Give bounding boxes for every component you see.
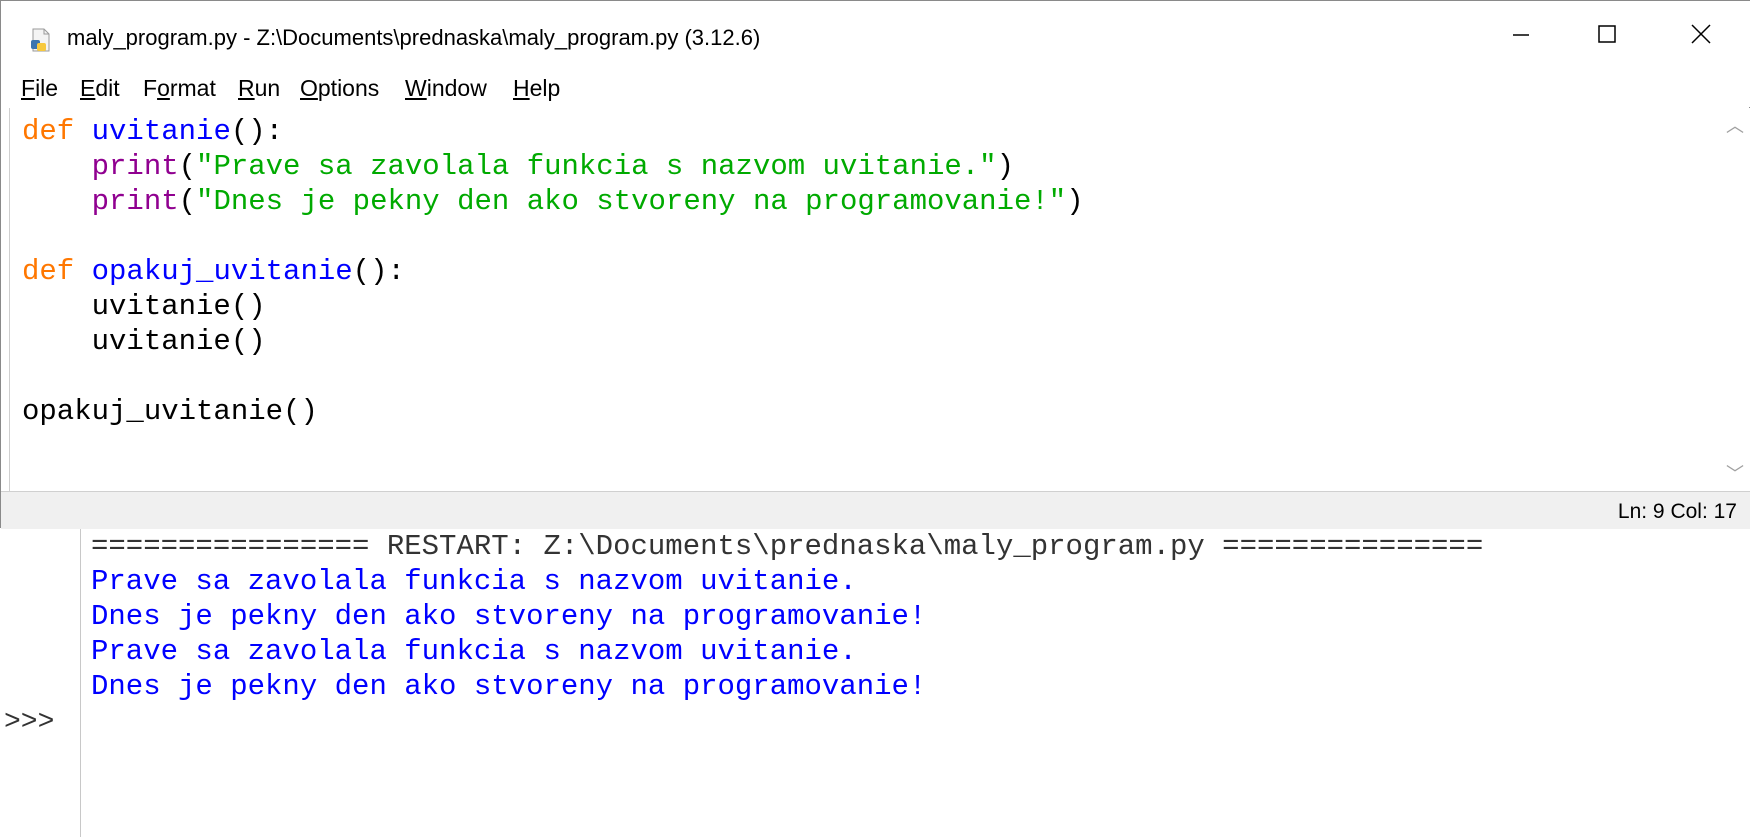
close-icon [1691,24,1711,44]
code-line-6: uvitanie() [22,290,266,323]
menu-file[interactable]: File [21,75,58,102]
maximize-button[interactable] [1564,1,1650,67]
menu-edit[interactable]: Edit [80,75,120,102]
menu-bar: File Edit Format Run Options Window Help [1,67,1750,107]
shell-output-area[interactable]: ================ RESTART: Z:\Documents\p… [91,528,1750,837]
menu-options[interactable]: Options [300,75,379,102]
menu-window[interactable]: Window [405,75,487,102]
maximize-icon [1598,25,1616,43]
vertical-scrollbar[interactable]: ︿ ﹀ [1719,108,1750,491]
menu-run[interactable]: Run [238,75,280,102]
menu-help[interactable]: Help [513,75,560,102]
minimize-icon [1513,34,1529,36]
python-file-icon [29,28,53,52]
menu-format[interactable]: Format [143,75,216,102]
shell-output-line: Prave sa zavolala funkcia s nazvom uvita… [91,635,857,668]
cursor-position: Ln: 9 Col: 17 [1617,500,1737,523]
close-button[interactable] [1658,1,1744,67]
code-line-3: print("Dnes je pekny den ako stvoreny na… [91,185,1084,218]
shell-output-line: Dnes je pekny den ako stvoreny na progra… [91,670,927,703]
shell-output-line: Prave sa zavolala funkcia s nazvom uvita… [91,565,857,598]
window-title: maly_program.py - Z:\Documents\prednaska… [67,25,761,50]
code-line-2: print("Prave sa zavolala funkcia s nazvo… [91,150,1014,183]
shell-prompt: >>> [4,707,55,738]
code-editor[interactable]: def uvitanie(): print("Prave sa zavolala… [9,108,1720,491]
shell-prompt-gutter: >>> [0,528,81,837]
code-line-1: def uvitanie(): [22,115,284,148]
scroll-up-icon[interactable]: ︿ [1726,112,1744,138]
minimize-button[interactable] [1478,1,1564,67]
shell-restart-line: ================ RESTART: Z:\Documents\p… [91,530,1484,563]
shell-output-line: Dnes je pekny den ako stvoreny na progra… [91,600,927,633]
shell-window: >>> ================ RESTART: Z:\Documen… [0,528,1750,837]
editor-window: maly_program.py - Z:\Documents\prednaska… [0,0,1750,529]
title-bar[interactable]: maly_program.py - Z:\Documents\prednaska… [1,1,1750,67]
status-bar: Ln: 9 Col: 17 [1,491,1750,529]
scroll-down-icon[interactable]: ﹀ [1726,460,1744,486]
code-line-7: uvitanie() [22,325,266,358]
code-line-9: opakuj_uvitanie() [22,395,318,428]
code-line-5: def opakuj_uvitanie(): [22,255,405,288]
